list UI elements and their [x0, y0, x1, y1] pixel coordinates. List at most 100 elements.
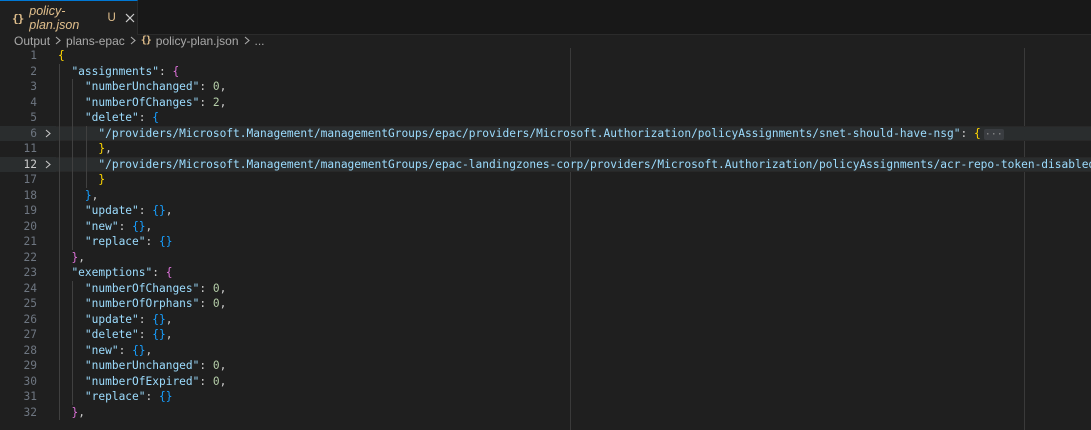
code-token: 0: [212, 80, 220, 93]
code-token: {}: [132, 343, 146, 357]
indent-guide: [59, 358, 60, 374]
indent-guide: [72, 125, 74, 141]
code-line[interactable]: 25 "numberOfOrphans": 0,: [0, 296, 1091, 312]
fold-chevron-icon[interactable]: [43, 126, 53, 142]
indent-guide: [59, 156, 60, 172]
code-token: 0: [212, 359, 220, 372]
code-line[interactable]: 19 "update": {},: [0, 203, 1091, 219]
code-line[interactable]: 1{: [0, 48, 1091, 64]
code-token: ,: [145, 343, 153, 357]
indent-guide: [59, 265, 60, 281]
line-number: 29: [23, 359, 37, 372]
json-file-icon: {}: [12, 11, 24, 25]
indent-guide: [72, 94, 74, 110]
code-token: :: [199, 297, 213, 310]
indent-guide: [59, 404, 60, 420]
code-token: {: [973, 126, 981, 140]
code-line[interactable]: 29 "numberUnchanged": 0,: [0, 358, 1091, 374]
code-line[interactable]: 18},: [0, 188, 1091, 204]
code-token: ,: [105, 142, 112, 155]
code-text: "numberOfChanges": 2,: [85, 95, 227, 111]
indent-guide: [59, 373, 60, 389]
code-line[interactable]: 11},: [0, 141, 1091, 157]
code-text: "numberUnchanged": 0,: [85, 358, 227, 374]
code-line[interactable]: 32},: [0, 405, 1091, 421]
code-text: "assignments": {: [71, 64, 179, 80]
code-token: :: [152, 266, 166, 279]
indent-guide: [85, 172, 87, 188]
indent-guide: [85, 156, 87, 172]
code-line[interactable]: 6 "/providers/Microsoft.Management/manage…: [0, 125, 1091, 143]
code-line[interactable]: 24 "numberOfChanges": 0,: [0, 281, 1091, 297]
code-token: ,: [165, 312, 173, 326]
breadcrumb-item-file[interactable]: policy-plan.json: [156, 35, 239, 47]
breadcrumb-item-plans-epac[interactable]: plans-epac: [66, 35, 125, 47]
line-number: 25: [23, 297, 37, 310]
code-line[interactable]: 4 "numberOfChanges": 2,: [0, 95, 1091, 111]
code-line[interactable]: 31 "replace": {}: [0, 389, 1091, 405]
line-number: 4: [30, 95, 37, 109]
code-line[interactable]: 12 "/providers/Microsoft.Management/manag…: [0, 156, 1091, 174]
code-token: :: [199, 374, 213, 388]
code-line[interactable]: 27 "delete": {},: [0, 327, 1091, 343]
code-line[interactable]: 30 "numberOfExpired": 0,: [0, 374, 1091, 390]
code-token: :: [138, 204, 153, 217]
code-line[interactable]: 22},: [0, 250, 1091, 266]
code-line[interactable]: 26 "update": {},: [0, 312, 1091, 328]
indent-guide: [59, 203, 60, 219]
code-line[interactable]: 28 "new": {},: [0, 343, 1091, 359]
line-number: 24: [23, 281, 37, 295]
code-token: "numberOfChanges": [84, 281, 200, 295]
indent-guide: [59, 342, 60, 358]
code-token: "numberUnchanged": [84, 80, 200, 93]
code-token: "assignments": [71, 64, 159, 78]
indent-guide: [72, 296, 74, 312]
indent-guide: [72, 389, 74, 405]
indent-guide: [72, 187, 74, 203]
code-token: :: [960, 126, 974, 140]
tab-policy-plan-json[interactable]: {} policy-plan.json U: [0, 0, 138, 35]
line-number: 2: [30, 64, 37, 78]
line-number: 22: [23, 250, 37, 264]
code-text: "delete": {},: [85, 327, 173, 343]
line-number: 12: [23, 157, 37, 171]
code-text: "numberOfExpired": 0,: [85, 374, 227, 390]
code-text: "/providers/Microsoft.Management/managem…: [98, 126, 1004, 143]
code-token: {}: [132, 219, 146, 233]
code-line[interactable]: 17}: [0, 172, 1091, 188]
code-line[interactable]: 5 "delete": {: [0, 110, 1091, 126]
code-token: "delete": [84, 111, 139, 124]
code-token: 2: [212, 95, 220, 109]
indent-guide: [59, 311, 60, 327]
code-line[interactable]: 20 "new": {},: [0, 219, 1091, 235]
breadcrumb-item-symbols[interactable]: ...: [255, 35, 265, 47]
code-text: }: [98, 172, 105, 188]
code-token: }: [98, 173, 106, 186]
code-token: :: [138, 111, 153, 124]
indent-guide: [72, 280, 74, 296]
code-line[interactable]: 3 "numberUnchanged": 0,: [0, 79, 1091, 95]
code-line[interactable]: 2 "assignments": {: [0, 64, 1091, 80]
indent-guide: [72, 358, 74, 374]
code-token: :: [138, 312, 153, 326]
line-number: 21: [23, 235, 37, 248]
tab-untracked-status: U: [107, 12, 116, 24]
close-icon[interactable]: [124, 10, 137, 26]
code-line[interactable]: 21 "replace": {}: [0, 234, 1091, 250]
code-line[interactable]: 23 "exemptions": {: [0, 265, 1091, 281]
code-token: :: [199, 80, 213, 93]
line-number: 28: [23, 343, 37, 357]
breadcrumb-item-output[interactable]: Output: [14, 35, 50, 47]
code-text: {: [58, 48, 65, 64]
fold-chevron-icon[interactable]: [43, 157, 53, 173]
folded-ellipsis[interactable]: ···: [983, 128, 1004, 140]
code-text: "/providers/Microsoft.Management/managem…: [98, 157, 1091, 174]
code-token: "numberOfOrphans": [84, 297, 200, 310]
indent-guide: [72, 327, 74, 343]
code-token: :: [145, 390, 159, 403]
indent-guide: [72, 373, 74, 389]
code-token: :: [118, 343, 133, 357]
code-text: },: [71, 250, 85, 266]
indent-guide: [72, 110, 74, 126]
code-editor[interactable]: 1{2 "assignments": {3 "numberUnchanged": 0…: [0, 48, 1091, 430]
